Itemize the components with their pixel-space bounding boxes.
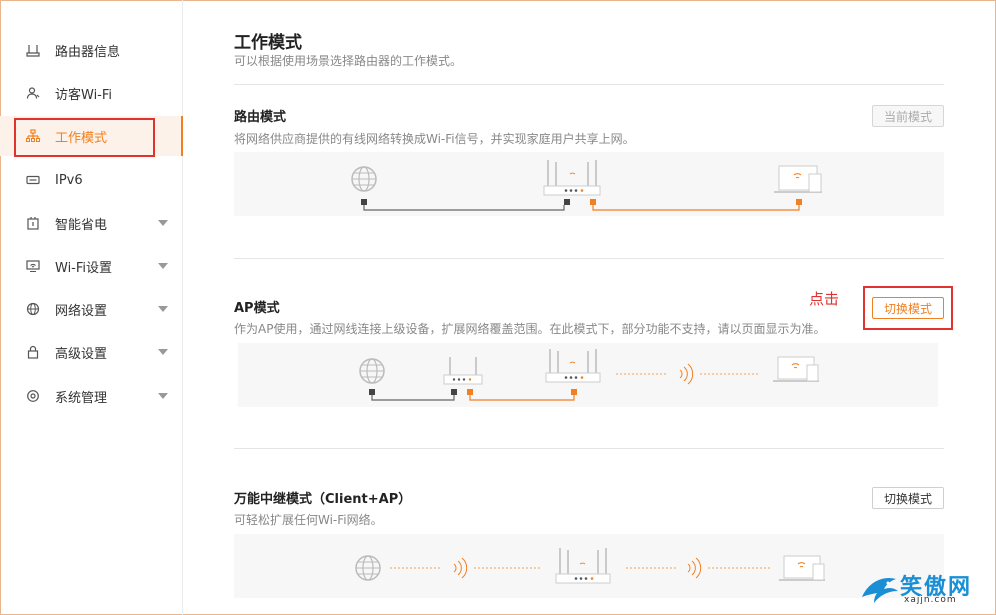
power-save-icon [26, 216, 40, 230]
watermark-url: xajjn.com [904, 595, 957, 605]
sidebar-item-ipv6[interactable]: IPv6 [0, 160, 182, 200]
sidebar-item-label: 路由器信息 [55, 44, 121, 60]
router-mode-diagram [234, 152, 944, 216]
divider [234, 258, 944, 259]
gear-icon [26, 389, 40, 403]
sidebar-item-label: 智能省电 [55, 217, 108, 233]
ap-mode-desc: 作为AP使用，通过网线连接上级设备，扩展网络覆盖范围。在此模式下，部分功能不支持… [234, 322, 826, 336]
divider [234, 448, 944, 449]
router-device-icon [545, 349, 601, 383]
router-device-icon [555, 548, 611, 584]
chevron-down-icon [158, 263, 168, 269]
laptop-phone-icon [773, 356, 819, 382]
sidebar-item-label: 网络设置 [55, 303, 108, 319]
click-hint-label: 点击 [809, 290, 840, 308]
router-mode-desc: 将网络供应商提供的有线网络转换成Wi-Fi信号，并实现家庭用户共享上网。 [234, 132, 635, 146]
internet-globe-icon [355, 555, 381, 581]
sidebar-item-power-save[interactable]: 智能省电 [0, 203, 182, 243]
internet-globe-icon [351, 166, 377, 192]
page-subtitle: 可以根据使用场景选择路由器的工作模式。 [234, 54, 463, 68]
divider [234, 84, 944, 85]
lock-icon [26, 345, 40, 359]
router-mode-title: 路由模式 [234, 110, 287, 125]
shark-logo-icon [862, 577, 898, 603]
internet-globe-icon [359, 358, 385, 384]
highlight-box-work-mode [14, 118, 155, 157]
chevron-down-icon [158, 220, 168, 226]
sidebar-item-label: Wi-Fi设置 [55, 260, 113, 276]
page-title: 工作模式 [234, 33, 302, 53]
sidebar-item-guest-wifi[interactable]: 访客Wi-Fi [0, 73, 182, 113]
current-mode-button[interactable]: 当前模式 [872, 105, 944, 127]
watermark-logo: 笑傲网 xajjn.com [858, 567, 988, 611]
sidebar-item-router-info[interactable]: 路由器信息 [0, 30, 182, 70]
router-device-icon [543, 160, 601, 196]
sidebar-item-label: 系统管理 [55, 390, 108, 406]
sidebar-item-label: 访客Wi-Fi [55, 87, 113, 103]
sidebar-item-system-management[interactable]: 系统管理 [0, 376, 182, 416]
sidebar-item-wifi-settings[interactable]: Wi-Fi设置 [0, 246, 182, 286]
sidebar-item-label: 高级设置 [55, 346, 108, 362]
chevron-down-icon [158, 349, 168, 355]
laptop-phone-icon [779, 555, 825, 581]
ipv6-icon [26, 173, 40, 187]
sidebar-item-network-settings[interactable]: 网络设置 [0, 289, 182, 329]
chevron-down-icon [158, 306, 168, 312]
repeater-mode-desc: 可轻松扩展任何Wi-Fi网络。 [234, 513, 383, 527]
router-icon [26, 43, 40, 57]
sidebar: 路由器信息 访客Wi-Fi 工作模式 IPv6 智能省电 Wi-Fi设置 网络设… [0, 0, 183, 615]
globe-icon [26, 302, 40, 316]
chevron-down-icon [158, 393, 168, 399]
repeater-mode-diagram [234, 534, 944, 598]
upstream-router-icon [443, 357, 483, 385]
ap-mode-title: AP模式 [234, 301, 280, 316]
wifi-monitor-icon [26, 259, 40, 273]
sidebar-item-advanced-settings[interactable]: 高级设置 [0, 332, 182, 372]
switch-to-repeater-mode-button[interactable]: 切换模式 [872, 487, 944, 509]
guest-user-icon [26, 86, 40, 100]
ap-mode-diagram [238, 343, 938, 407]
repeater-mode-title: 万能中继模式（Client+AP） [234, 492, 412, 507]
laptop-phone-icon [774, 165, 822, 193]
highlight-box-switch-button [863, 286, 953, 330]
sidebar-item-label: IPv6 [55, 172, 83, 188]
